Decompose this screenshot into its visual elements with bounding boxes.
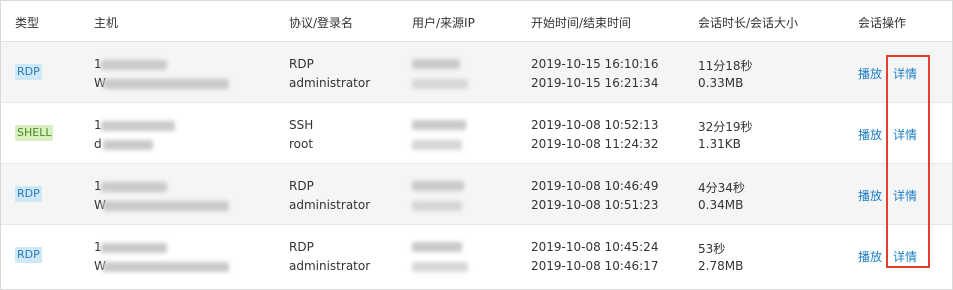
detail-link[interactable]: 详情 <box>893 65 917 82</box>
size-text: 2.78MB <box>698 259 744 273</box>
end-time: 2019-10-08 11:24:32 <box>531 137 659 151</box>
play-link[interactable]: 播放 <box>858 126 882 143</box>
login-text: administrator <box>289 76 371 90</box>
size-text: 0.33MB <box>698 76 744 90</box>
duration-text: 53秒 <box>698 242 726 256</box>
type-tag: SHELL <box>15 125 54 141</box>
header-host: 主机 <box>94 16 119 30</box>
session-table: 类型 主机 协议/登录名 用户/来源IP 开始时间/结束时间 会话时长/会话大小… <box>0 0 953 290</box>
host-redacted <box>103 201 229 211</box>
host-redacted <box>101 182 167 192</box>
header-time: 开始时间/结束时间 <box>531 16 632 30</box>
header-protocol-login: 协议/登录名 <box>289 16 354 30</box>
ip-redacted <box>412 262 468 272</box>
table-row: SHELL 1 d SSH root 2019-10-08 10:52:13 2… <box>1 103 952 164</box>
type-tag: RDP <box>15 247 42 263</box>
host-redacted <box>101 60 167 70</box>
table-row: RDP 1 W RDP administrator 2019-10-08 10:… <box>1 225 952 285</box>
start-time: 2019-10-08 10:46:49 <box>531 179 659 193</box>
duration-text: 11分18秒 <box>698 59 753 73</box>
header-type: 类型 <box>15 16 40 30</box>
detail-link[interactable]: 详情 <box>893 248 917 265</box>
end-time: 2019-10-15 16:21:34 <box>531 76 659 90</box>
detail-link[interactable]: 详情 <box>893 187 917 204</box>
ip-redacted <box>412 201 462 211</box>
table-header: 类型 主机 协议/登录名 用户/来源IP 开始时间/结束时间 会话时长/会话大小… <box>1 1 952 42</box>
table-row: RDP 1 W RDP administrator 2019-10-08 10:… <box>1 164 952 225</box>
duration-text: 32分19秒 <box>698 120 753 134</box>
login-text: administrator <box>289 198 371 212</box>
start-time: 2019-10-08 10:45:24 <box>531 240 659 254</box>
host-redacted <box>103 140 153 150</box>
host-redacted <box>101 243 167 253</box>
host-redacted <box>103 262 229 272</box>
host-redacted <box>101 121 175 131</box>
type-tag: RDP <box>15 186 42 202</box>
ip-redacted <box>412 140 462 150</box>
host-text: d <box>94 137 102 151</box>
start-time: 2019-10-08 10:52:13 <box>531 118 659 132</box>
table-row: RDP 1 W RDP administrator 2019-10-15 16:… <box>1 42 952 103</box>
header-actions: 会话操作 <box>858 16 907 30</box>
protocol-text: RDP <box>289 179 314 193</box>
user-redacted <box>412 181 464 191</box>
ip-redacted <box>412 79 468 89</box>
play-link[interactable]: 播放 <box>858 65 882 82</box>
size-text: 0.34MB <box>698 198 744 212</box>
login-text: administrator <box>289 259 371 273</box>
end-time: 2019-10-08 10:51:23 <box>531 198 659 212</box>
header-user-ip: 用户/来源IP <box>412 16 475 30</box>
header-duration-size: 会话时长/会话大小 <box>698 16 799 30</box>
protocol-text: SSH <box>289 118 314 132</box>
duration-text: 4分34秒 <box>698 181 745 195</box>
login-text: root <box>289 137 314 151</box>
protocol-text: RDP <box>289 240 314 254</box>
play-link[interactable]: 播放 <box>858 187 882 204</box>
user-redacted <box>412 120 466 130</box>
play-link[interactable]: 播放 <box>858 248 882 265</box>
end-time: 2019-10-08 10:46:17 <box>531 259 659 273</box>
detail-link[interactable]: 详情 <box>893 126 917 143</box>
size-text: 1.31KB <box>698 137 741 151</box>
type-tag: RDP <box>15 64 42 80</box>
host-redacted <box>103 79 229 89</box>
protocol-text: RDP <box>289 57 314 71</box>
start-time: 2019-10-15 16:10:16 <box>531 57 659 71</box>
user-redacted <box>412 242 462 252</box>
user-redacted <box>412 59 460 69</box>
